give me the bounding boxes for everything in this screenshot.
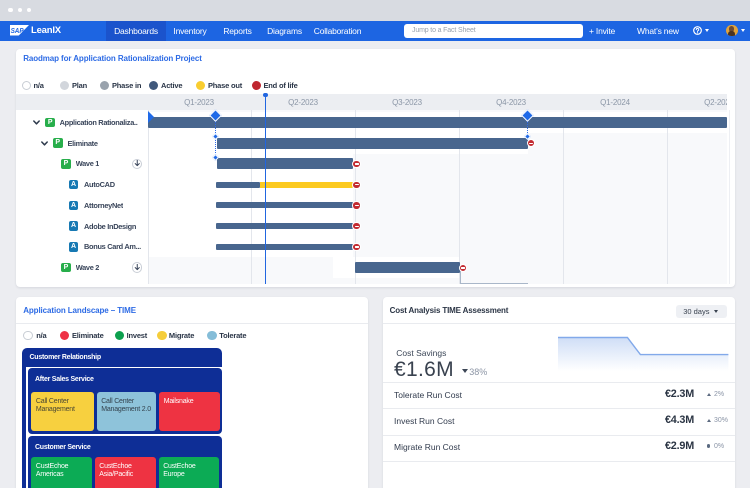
svg-text:SAP: SAP xyxy=(11,26,24,35)
